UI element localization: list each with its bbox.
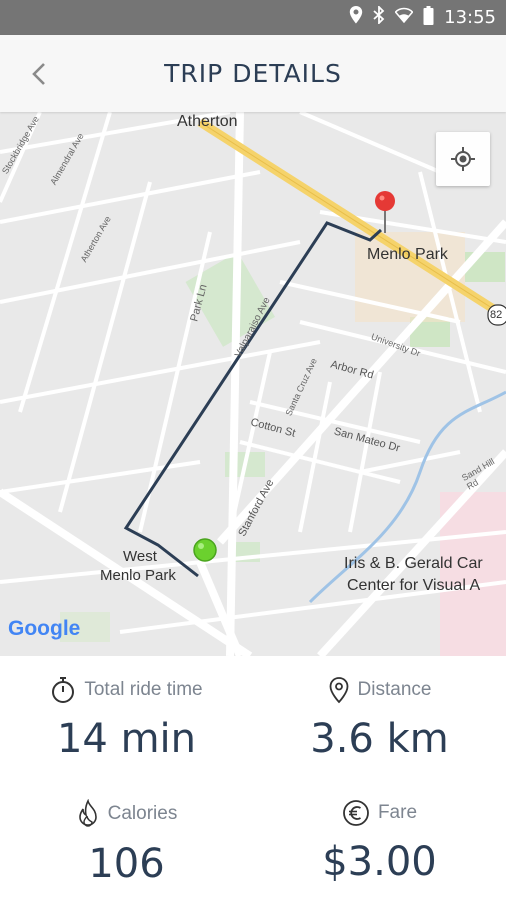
google-logo: Google (8, 617, 81, 640)
trip-stats: Total ride time 14 min Distance 3.6 km C… (0, 656, 506, 900)
euro-icon (343, 800, 369, 826)
label-iris-2: Center for Visual A (347, 577, 481, 594)
ride-time-value: 14 min (56, 716, 197, 762)
end-marker (375, 191, 395, 211)
fare-label: Fare (377, 802, 418, 823)
my-location-button[interactable] (436, 132, 490, 186)
label-west: West (123, 548, 157, 565)
ride-time-label: Total ride time (84, 679, 203, 700)
label-west-menlo-park: Menlo Park (100, 567, 176, 584)
fare-value: $3.00 (322, 839, 437, 885)
status-time: 13:55 (444, 7, 496, 28)
stat-distance: Distance 3.6 km (253, 676, 506, 762)
battery-icon (423, 5, 434, 30)
back-button[interactable] (22, 57, 56, 91)
page-title: TRIP DETAILS (164, 59, 342, 88)
stat-ride-time: Total ride time 14 min (0, 676, 253, 762)
label-menlo-park: Menlo Park (367, 246, 448, 263)
chevron-left-icon (32, 63, 45, 85)
location-icon (349, 6, 363, 29)
map-view[interactable]: Atherton Menlo Park West Menlo Park Park… (0, 112, 506, 656)
start-marker (193, 538, 217, 562)
stat-fare: Fare $3.00 (253, 799, 506, 885)
calories-value: 106 (88, 841, 165, 887)
label-atherton: Atherton (177, 113, 238, 130)
calories-label: Calories (107, 803, 178, 824)
label-iris-1: Iris & B. Gerald Car (344, 555, 483, 572)
stat-calories: Calories 106 (0, 799, 253, 887)
label-route-82: 82 (490, 309, 503, 321)
app-bar: TRIP DETAILS (0, 35, 506, 112)
distance-label: Distance (357, 679, 432, 700)
wifi-icon (394, 7, 414, 28)
flame-icon (78, 799, 97, 827)
map-canvas (0, 112, 506, 656)
crosshair-icon (451, 147, 475, 171)
map-pin-icon (329, 677, 348, 704)
stopwatch-icon (52, 677, 75, 703)
status-bar: 13:55 (0, 0, 506, 35)
bluetooth-icon (373, 4, 385, 29)
distance-value: 3.6 km (310, 716, 449, 762)
